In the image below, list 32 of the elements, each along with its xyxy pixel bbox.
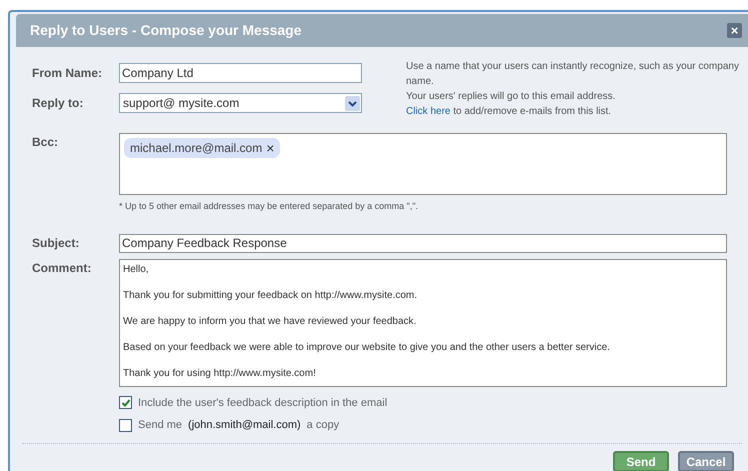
comment-line: Thank you for submitting your feedback on http://www.mysite.com. [123, 288, 418, 302]
field-label: Comment: [32, 260, 92, 276]
checkbox-label: a copy [306, 418, 340, 433]
subject-field[interactable]: Company Feedback Response [119, 234, 727, 252]
bcc-note: * Up to 5 other email addresses may be entered separated by a comma ",". [119, 200, 420, 213]
checkbox-label: Send me [138, 418, 182, 433]
comment-line: We are happy to inform you that we have reviewed your feedback. [123, 314, 418, 328]
remove-tag-button[interactable]: × [266, 141, 274, 155]
checkbox-label: Include the user's feedback description in the email [138, 396, 388, 410]
comment-line: Thank you for using http://www.mysite.com! [123, 366, 317, 380]
field-label: Bcc: [32, 134, 60, 151]
help-text: Click here to add/remove e-mails from this list. [406, 105, 612, 119]
field-label: Reply to: [32, 95, 84, 112]
comment-line: Based on your feedback we were able to improve our website to give you and the other users a better service. [123, 340, 611, 354]
email-tag-text: michael.more@mail.com [130, 140, 262, 157]
comment-field[interactable] [119, 258, 727, 386]
field-label: Subject: [32, 235, 80, 252]
check-icon [120, 398, 130, 408]
dialog-title: Reply to Users - Compose your Message [30, 21, 302, 40]
close-button[interactable]: × [727, 23, 742, 38]
field-label: From Name: [32, 65, 104, 82]
dropdown-caret-icon [345, 96, 360, 110]
click-here-link[interactable]: Click here [406, 106, 450, 117]
checkbox-label: (john.smith@mail.com) [188, 418, 301, 433]
checkbox[interactable] [119, 396, 132, 410]
checkbox[interactable] [119, 418, 132, 432]
from-name-field[interactable]: Company Ltd [119, 63, 362, 83]
help-text: Your users' replies will go to this email address. [406, 90, 616, 104]
bcc-field[interactable]: michael.more@mail.com × [119, 133, 727, 195]
help-text: Use a name that your users can instantly recognize, such as your company name. [406, 60, 740, 89]
reply-to-dropdown[interactable]: support@ mysite.com [119, 93, 362, 113]
comment-line: Hello, [123, 262, 150, 276]
